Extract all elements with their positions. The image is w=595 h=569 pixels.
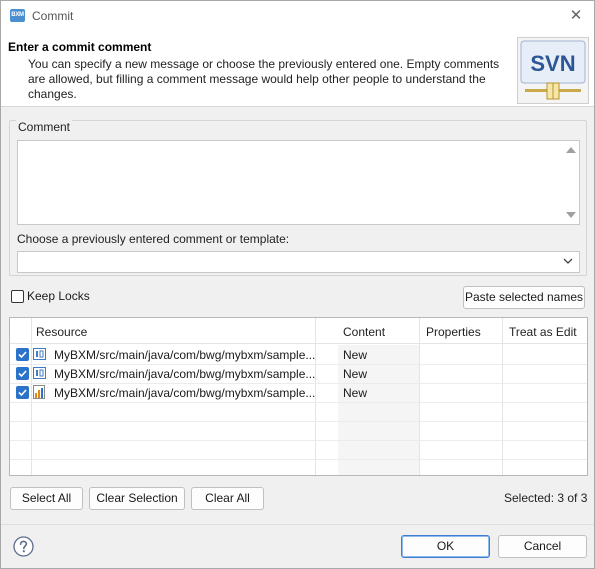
app-icon: BXM <box>10 9 25 22</box>
template-label: Choose a previously entered comment or t… <box>17 232 290 246</box>
checkbox-icon[interactable] <box>11 289 24 303</box>
table-row[interactable]: MyBXM/src/main/java/com/bwg/mybxm/sample… <box>10 345 587 364</box>
window-title: Commit <box>32 9 74 23</box>
resource-table: Resource Content Properties Treat as Edi… <box>9 317 588 476</box>
chevron-down-icon <box>563 258 573 264</box>
banner-description: You can specify a new message or choose … <box>28 57 500 101</box>
scroll-up-icon[interactable] <box>566 147 576 153</box>
clear-selection-button[interactable]: Clear Selection <box>89 487 185 510</box>
column-header-properties[interactable]: Properties <box>426 325 481 339</box>
content-status: New <box>343 367 368 381</box>
help-icon[interactable] <box>13 536 34 557</box>
template-dropdown[interactable] <box>17 251 580 273</box>
keep-locks-checkbox[interactable]: Keep Locks <box>11 289 90 303</box>
clear-all-button[interactable]: Clear All <box>191 487 264 510</box>
row-checkbox[interactable] <box>16 367 29 380</box>
select-all-button[interactable]: Select All <box>10 487 83 510</box>
paste-selected-names-button[interactable]: Paste selected names <box>463 286 585 309</box>
chart-file-icon <box>33 385 45 399</box>
column-header-treat-as-edit[interactable]: Treat as Edit <box>509 325 577 339</box>
header-banner: Enter a commit comment You can specify a… <box>1 31 594 107</box>
comment-group-label: Comment <box>16 120 73 134</box>
java-file-icon <box>33 348 46 360</box>
column-header-resource[interactable]: Resource <box>36 325 87 339</box>
resource-path: MyBXM/src/main/java/com/bwg/mybxm/sample… <box>54 386 316 400</box>
row-divider <box>10 440 587 441</box>
row-checkbox[interactable] <box>16 386 29 399</box>
java-file-icon <box>33 367 46 379</box>
row-divider <box>10 383 587 384</box>
banner-title: Enter a commit comment <box>8 40 152 54</box>
close-icon[interactable]: ✕ <box>566 6 586 26</box>
ok-button[interactable]: OK <box>401 535 490 558</box>
footer-divider <box>1 524 594 525</box>
cancel-button[interactable]: Cancel <box>498 535 587 558</box>
title-bar: BXM Commit ✕ <box>1 1 594 31</box>
table-row[interactable]: MyBXM/src/main/java/com/bwg/mybxm/sample… <box>10 364 587 383</box>
content-status: New <box>343 386 368 400</box>
svn-logo-icon: SVN <box>517 37 589 104</box>
content-status: New <box>343 348 368 362</box>
resource-path: MyBXM/src/main/java/com/bwg/mybxm/sample… <box>54 348 316 362</box>
scroll-down-icon[interactable] <box>566 212 576 218</box>
table-row[interactable]: MyBXM/src/main/java/com/bwg/mybxm/sample… <box>10 383 587 402</box>
selected-count: Selected: 3 of 3 <box>504 491 588 505</box>
column-header-content[interactable]: Content <box>343 325 385 339</box>
resource-path: MyBXM/src/main/java/com/bwg/mybxm/sample… <box>54 367 316 381</box>
row-divider <box>10 364 587 365</box>
commit-dialog: BXM Commit ✕ Enter a commit comment You … <box>0 0 595 569</box>
header-divider <box>10 343 587 344</box>
row-divider <box>10 421 587 422</box>
row-checkbox[interactable] <box>16 348 29 361</box>
row-divider <box>10 459 587 460</box>
row-divider <box>10 402 587 403</box>
comment-textarea[interactable] <box>17 140 580 225</box>
keep-locks-label: Keep Locks <box>27 289 90 303</box>
svn-logo-text: SVN <box>530 51 575 76</box>
